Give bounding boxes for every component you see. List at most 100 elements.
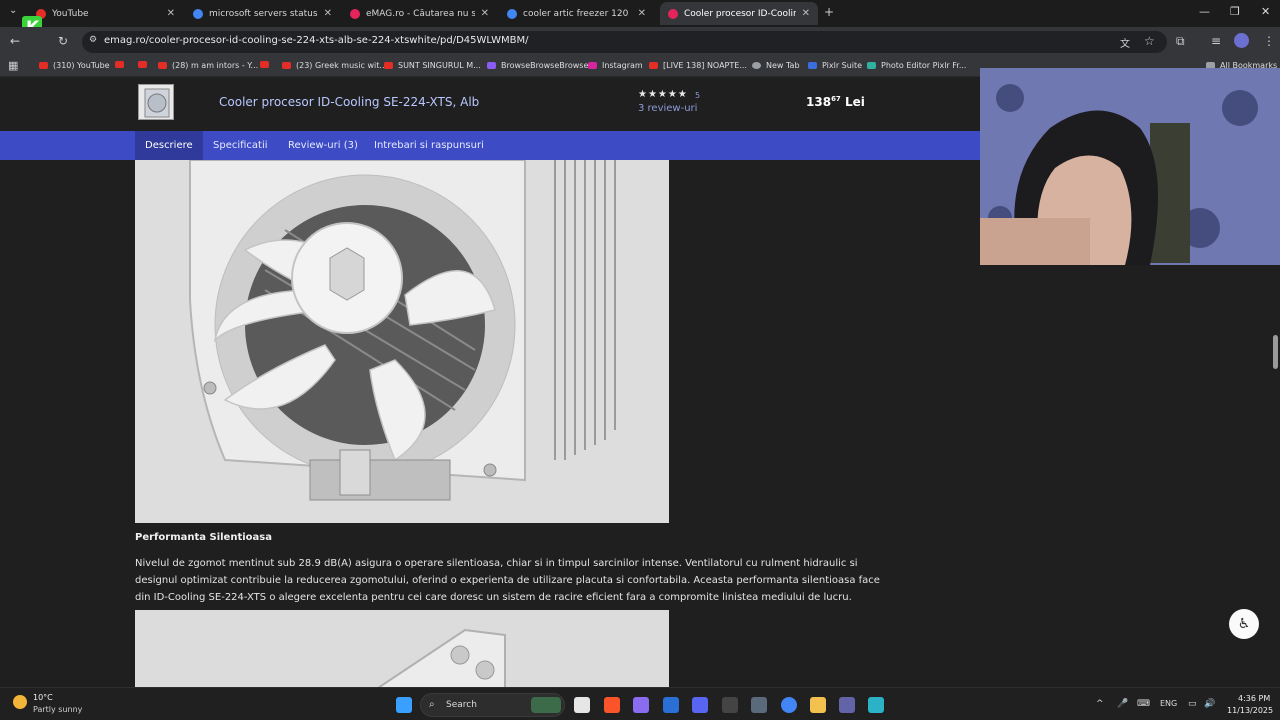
close-icon[interactable]: ✕ [481, 8, 489, 19]
youtube-icon [115, 61, 124, 68]
bookmark-item[interactable] [138, 61, 152, 68]
bookmark-item[interactable]: (310) YouTube [39, 61, 110, 70]
rating-value: 5 [695, 91, 701, 100]
app-icon[interactable] [868, 697, 884, 713]
tab-descriere[interactable]: Descriere [135, 131, 203, 160]
product-nav-bar: Descriere Specificatii Review-uri (3) In… [0, 131, 980, 160]
bookmark-label: (310) YouTube [53, 61, 110, 70]
app-icon[interactable] [663, 697, 679, 713]
new-tab-icon[interactable]: + [824, 5, 834, 19]
search-highlight-icon [531, 697, 561, 713]
weather-description[interactable]: Partly sunny [33, 705, 82, 714]
keyboard-icon[interactable]: ⌨ [1137, 699, 1150, 709]
calculator-icon[interactable] [751, 697, 767, 713]
instagram-icon [588, 62, 597, 69]
scrollbar-thumb[interactable] [1273, 335, 1278, 369]
tab-reviews[interactable]: Review-uri (3) [278, 131, 368, 160]
globe-icon [752, 62, 761, 69]
profile-avatar-icon[interactable] [1234, 33, 1249, 48]
chrome-icon[interactable] [781, 697, 797, 713]
product-image-cooler-base [135, 610, 669, 687]
window-close-icon[interactable]: ✕ [1261, 5, 1270, 18]
start-windows-icon[interactable] [396, 697, 412, 713]
bookmark-item[interactable]: New Tab [752, 61, 800, 70]
file-explorer-icon[interactable] [810, 697, 826, 713]
close-icon[interactable]: ✕ [167, 8, 175, 19]
bookmark-label: BrowseBrowseBrowse [501, 61, 589, 70]
review-count-link[interactable]: 3 review-uri [638, 103, 697, 114]
clock-time[interactable]: 4:36 PM [1238, 694, 1270, 703]
bookmark-item[interactable]: [LIVE 138] NOAPTE... [649, 61, 747, 70]
microphone-icon[interactable]: 🎤 [1117, 699, 1128, 709]
tab-title: eMAG.ro - Căutarea nu se opre [366, 8, 475, 19]
tray-overflow-icon[interactable]: ^ [1096, 699, 1104, 709]
discord-icon[interactable] [692, 697, 708, 713]
tab-strip: ⌄ YouTube ✕ microsoft servers status - C… [0, 0, 1280, 27]
copilot-icon[interactable] [633, 697, 649, 713]
task-view-icon[interactable] [574, 697, 590, 713]
display-icon[interactable]: ▭ [1188, 699, 1197, 709]
bookmark-item[interactable]: Pixlr Suite [808, 61, 862, 70]
tab-microsoft-status[interactable]: microsoft servers status - Căută ✕ [185, 2, 340, 25]
address-bar[interactable]: ⚙ emag.ro/cooler-procesor-id-cooling-se-… [82, 31, 1167, 53]
bookmark-item[interactable] [260, 61, 274, 68]
bookmark-star-icon[interactable]: ☆ [1144, 34, 1155, 48]
tab-questions[interactable]: Intrebari si raspunsuri [364, 131, 494, 160]
webcam-overlay [980, 68, 1280, 265]
tab-cooler-product[interactable]: Cooler procesor ID-Cooling SE ✕ [660, 2, 818, 25]
apps-grid-icon[interactable]: ▦ [8, 59, 18, 72]
youtube-icon [158, 62, 167, 69]
bookmark-label: [LIVE 138] NOAPTE... [663, 61, 747, 70]
bookmark-item[interactable]: SUNT SINGURUL M... [384, 61, 481, 70]
bookmark-label: (28) m am intors - Y... [172, 61, 259, 70]
site-info-icon[interactable]: ⚙ [89, 35, 97, 45]
extensions-icon[interactable]: ⧉ [1176, 34, 1185, 49]
language-indicator[interactable]: ENG [1160, 699, 1177, 708]
price-main: 138 [806, 95, 832, 109]
back-icon[interactable]: ← [10, 34, 20, 48]
bookmark-item[interactable] [115, 61, 129, 68]
close-icon[interactable]: ✕ [802, 8, 810, 19]
youtube-icon [282, 62, 291, 69]
tab-title: YouTube [52, 8, 89, 19]
product-name[interactable]: Cooler procesor ID-Cooling SE-224-XTS, A… [219, 95, 479, 109]
bookmark-item[interactable]: BrowseBrowseBrowse [487, 61, 588, 70]
brave-icon[interactable] [604, 697, 620, 713]
product-image-cooler [135, 160, 669, 523]
tab-specificatii[interactable]: Specificatii [203, 131, 278, 160]
weather-temperature[interactable]: 10°C [33, 693, 53, 702]
bookmark-label: New Tab [766, 61, 800, 70]
product-thumbnail[interactable] [138, 84, 174, 120]
youtube-icon [39, 62, 48, 69]
bookmark-item[interactable]: Photo Editor Pixlr Fr... [867, 61, 966, 70]
menu-icon[interactable]: ⋮ [1263, 34, 1275, 48]
teams-icon[interactable] [839, 697, 855, 713]
bookmark-item[interactable]: Instagram [588, 61, 643, 70]
emag-favicon-icon [668, 8, 678, 19]
weather-icon[interactable] [13, 695, 27, 709]
close-icon[interactable]: ✕ [638, 8, 646, 19]
minimize-icon[interactable]: — [1199, 5, 1210, 18]
description-paragraph: Nivelul de zgomot mentinut sub 28.9 dB(A… [135, 558, 880, 603]
clock-date[interactable]: 11/13/2025 [1227, 706, 1273, 715]
price-cents: 67 [831, 95, 841, 103]
tab-emag-search[interactable]: eMAG.ro - Căutarea nu se opre ✕ [342, 2, 497, 25]
restore-icon[interactable]: ❐ [1230, 5, 1240, 18]
close-icon[interactable]: ✕ [324, 8, 332, 19]
tab-title: microsoft servers status - Căută [209, 8, 318, 19]
obs-icon[interactable] [722, 697, 738, 713]
translate-icon[interactable]: 文 [1120, 35, 1130, 50]
bookmark-item[interactable]: (28) m am intors - Y... [158, 61, 258, 70]
scroll-to-top-button[interactable]: ♿ [1229, 609, 1259, 639]
youtube-icon [384, 62, 393, 69]
accessibility-icon: ♿ [1237, 616, 1251, 632]
taskbar-search[interactable]: ⌕ Search [420, 693, 565, 717]
reload-icon[interactable]: ↻ [58, 34, 68, 48]
bookmark-item[interactable]: (23) Greek music wit... [282, 61, 387, 70]
volume-icon[interactable]: 🔊 [1204, 699, 1215, 709]
tab-cooler-search[interactable]: cooler artic freezer 120 mm - C ✕ [499, 2, 654, 25]
media-controls-icon[interactable]: ≡ [1211, 34, 1221, 48]
search-label: Search [446, 700, 477, 710]
bookmark-favicon-icon [487, 62, 496, 69]
tab-search-chevron-icon[interactable]: ⌄ [9, 5, 17, 16]
